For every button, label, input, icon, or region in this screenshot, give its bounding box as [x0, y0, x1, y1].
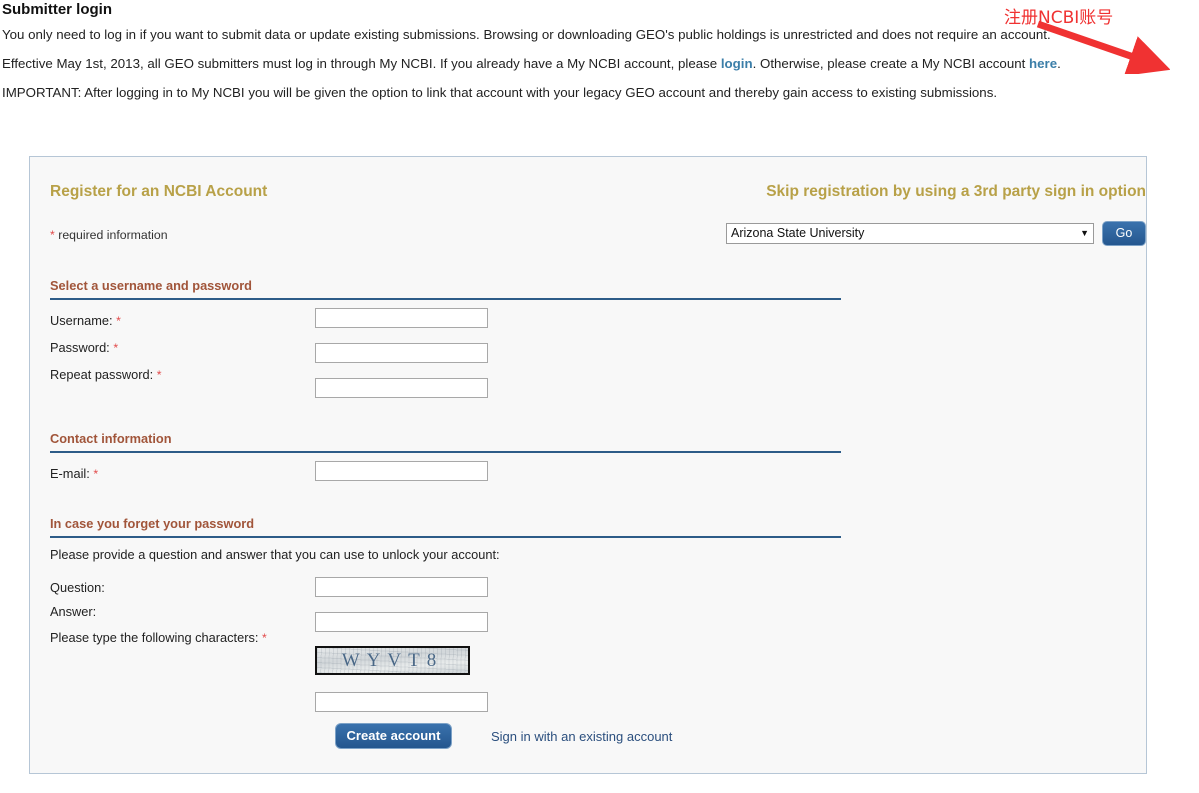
here-link[interactable]: here: [1029, 56, 1057, 71]
username-label: Username: *: [50, 313, 121, 328]
create-account-button[interactable]: Create account: [335, 723, 452, 749]
question-input[interactable]: [315, 577, 488, 597]
section-label: In case you forget your password: [50, 516, 255, 531]
email-label: E-mail: *: [50, 466, 98, 481]
captcha-label-text: Please type the following characters:: [50, 630, 259, 645]
required-asterisk: *: [113, 341, 119, 355]
register-panel-title: Register for an NCBI Account: [50, 183, 268, 200]
section-header-forgot-password: In case you forget your password: [50, 515, 841, 538]
password-input[interactable]: [315, 343, 488, 363]
required-information-note: * required information: [50, 228, 168, 242]
thirdparty-signin-title: Skip registration by using a 3rd party s…: [766, 183, 1146, 200]
intro-text: IMPORTANT: After logging in to My NCBI y…: [2, 85, 998, 100]
email-label-text: E-mail:: [50, 466, 90, 481]
section-label: Contact information: [50, 431, 172, 446]
required-asterisk: *: [93, 467, 99, 481]
captcha-input[interactable]: [315, 692, 488, 712]
username-input[interactable]: [315, 308, 488, 328]
section-header-username-password: Select a username and password: [50, 277, 841, 300]
required-asterisk: *: [261, 631, 267, 645]
required-asterisk: *: [156, 368, 162, 382]
captcha-challenge-text: WYVT8: [341, 649, 444, 671]
intro-text: Effective May 1st, 2013, all GEO submitt…: [2, 56, 721, 71]
repeat-password-label-text: Repeat password:: [50, 367, 154, 382]
repeat-password-label: Repeat password: *: [50, 367, 162, 382]
login-link[interactable]: login: [721, 56, 753, 71]
intro-text: .: [1057, 56, 1061, 71]
intro-line-3: IMPORTANT: After logging in to My NCBI y…: [0, 78, 1199, 107]
repeat-password-input[interactable]: [315, 378, 488, 398]
intro-text: . Otherwise, please create a My NCBI acc…: [752, 56, 1030, 71]
register-panel: Register for an NCBI Account Skip regist…: [29, 156, 1147, 774]
answer-input[interactable]: [315, 612, 488, 632]
email-input[interactable]: [315, 461, 488, 481]
question-label: Question:: [50, 580, 105, 595]
answer-label: Answer:: [50, 604, 96, 619]
required-asterisk: *: [50, 228, 55, 242]
chevron-down-icon: ▼: [1080, 228, 1089, 238]
captcha-label: Please type the following characters: *: [50, 630, 267, 645]
question-label-text: Question:: [50, 580, 105, 595]
organization-select[interactable]: Arizona State University ▼: [726, 223, 1094, 244]
thirdparty-signin-row: Arizona State University ▼ Go: [726, 221, 1146, 246]
go-button[interactable]: Go: [1102, 221, 1146, 246]
required-note-label: required information: [58, 228, 168, 242]
section-label: Select a username and password: [50, 278, 252, 293]
password-label-text: Password:: [50, 340, 110, 355]
organization-select-value: Arizona State University: [731, 226, 865, 240]
required-asterisk: *: [116, 314, 121, 328]
recovery-helper-text: Please provide a question and answer tha…: [50, 547, 500, 562]
password-label: Password: *: [50, 340, 118, 355]
answer-label-text: Answer:: [50, 604, 97, 619]
captcha-image: WYVT8: [315, 646, 470, 675]
section-header-contact-information: Contact information: [50, 430, 841, 453]
intro-line-2: Effective May 1st, 2013, all GEO submitt…: [0, 49, 1199, 78]
sign-in-existing-account-link[interactable]: Sign in with an existing account: [491, 729, 672, 744]
username-label-text: Username:: [50, 313, 113, 328]
intro-text: You only need to log in if you want to s…: [2, 27, 1051, 42]
annotation-label: 注册NCBI账号: [1004, 8, 1114, 28]
